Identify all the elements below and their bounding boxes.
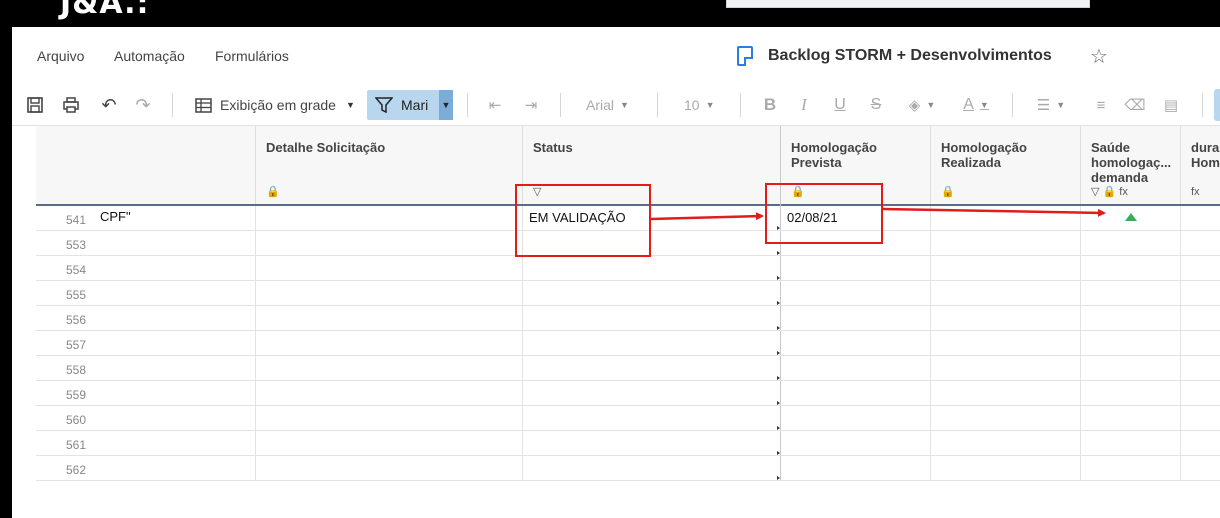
annotation-arrows	[650, 207, 1106, 221]
annotation-arrow	[650, 212, 764, 221]
annotation-arrow	[882, 207, 1106, 217]
